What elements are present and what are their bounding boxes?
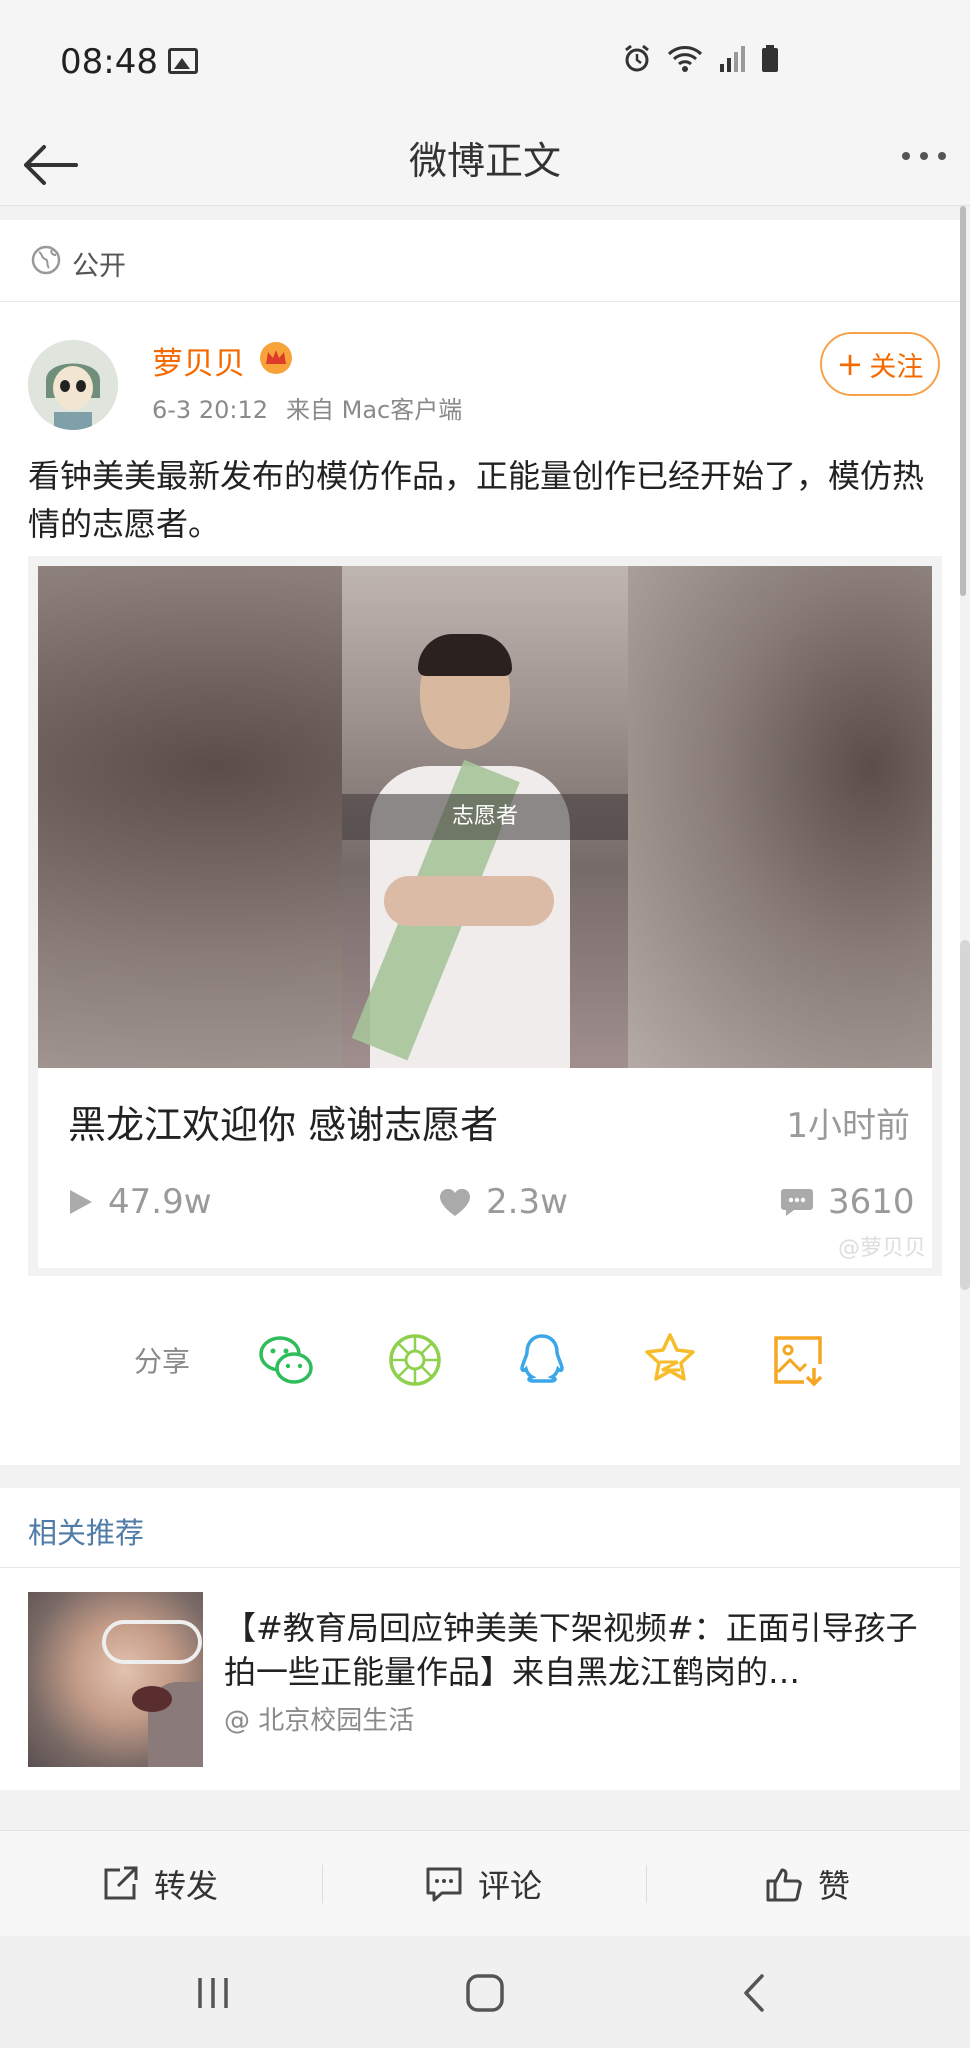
scrollbar-track[interactable]: [960, 940, 970, 1290]
back-icon[interactable]: [730, 1968, 780, 2018]
heart-icon: [439, 1188, 471, 1216]
video-title: 黑龙江欢迎你 感谢志愿者: [68, 1103, 499, 1147]
wifi-icon: [667, 46, 703, 72]
like-count: 2.3w: [438, 1182, 568, 1222]
related-title[interactable]: 【#教育局回应钟美美下架视频#：正面引导孩子拍一些正能量作品】来自黑龙江鹤岗的…: [224, 1606, 944, 1694]
moments-icon[interactable]: [385, 1330, 445, 1390]
video-card[interactable]: 志愿者 黑龙江欢迎你 感谢志愿者 1小时前 47.9w 2.3w 3610 @萝…: [28, 556, 942, 1276]
crown-icon: [260, 342, 292, 374]
thumbs-up-icon: [766, 1868, 802, 1902]
recent-apps-icon[interactable]: [188, 1968, 238, 2018]
author-name[interactable]: 萝贝贝: [152, 338, 245, 383]
comment-icon: [426, 1867, 462, 1902]
save-image-icon[interactable]: [768, 1330, 828, 1390]
follow-label: 关注: [869, 351, 924, 383]
video-thumbnail[interactable]: 志愿者: [38, 566, 932, 1068]
signal-icon: [720, 46, 745, 72]
related-section: 相关推荐 【#教育局回应钟美美下架视频#：正面引导孩子拍一些正能量作品】来自黑龙…: [0, 1488, 960, 1790]
action-bar: 转发 评论 赞: [0, 1830, 970, 1936]
wechat-icon[interactable]: [256, 1330, 316, 1390]
related-heading: 相关推荐: [28, 1516, 145, 1550]
home-icon[interactable]: [460, 1968, 510, 2018]
scrollbar[interactable]: [960, 206, 966, 596]
share-row: 分享: [0, 1310, 960, 1410]
repost-icon: [104, 1866, 138, 1900]
page-title: 微博正文: [408, 139, 561, 183]
play-icon: [70, 1190, 92, 1214]
post-card: 公开 萝贝贝 6-3 20:12 来自 Mac客户端 + 关注 看钟美美最新发布的模…: [0, 220, 960, 1465]
more-dots-icon[interactable]: [902, 152, 946, 160]
image-icon: [168, 48, 198, 74]
avatar[interactable]: [28, 340, 118, 430]
globe-icon: [31, 245, 61, 275]
related-source[interactable]: @ 北京校园生活: [224, 1700, 414, 1737]
related-thumbnail[interactable]: [28, 1592, 203, 1767]
watermark: @萝贝贝: [837, 1236, 926, 1261]
comment-count: 3610: [780, 1182, 915, 1222]
system-nav-bar: [0, 1936, 970, 2048]
status-bar: 08:48: [0, 0, 970, 120]
plus-icon: +: [836, 345, 864, 383]
follow-button[interactable]: + 关注: [820, 332, 940, 396]
nav-bar: 微博正文: [0, 120, 970, 206]
post-text: 看钟美美最新发布的模仿作品，正能量创作已经开始了，模仿热情的志愿者。: [28, 457, 925, 543]
like-button[interactable]: 赞: [764, 1831, 850, 1937]
post-source: 来自 Mac客户端: [286, 396, 463, 424]
play-count: 47.9w: [68, 1182, 212, 1222]
comment-button[interactable]: 评论: [424, 1831, 542, 1937]
status-time: 08:48: [60, 42, 158, 82]
visibility-row: 公开: [0, 220, 960, 302]
post-date: 6-3 20:12: [152, 396, 268, 424]
status-icons: [622, 44, 780, 74]
qq-icon[interactable]: [512, 1330, 572, 1390]
visibility-label: 公开: [72, 251, 126, 282]
post-meta: 6-3 20:12 来自 Mac客户端: [152, 390, 462, 425]
comment-bubble-icon: [781, 1189, 813, 1216]
alarm-icon: [625, 44, 649, 72]
share-label: 分享: [134, 1345, 191, 1378]
video-time-ago: 1小时前: [786, 1106, 910, 1146]
video-stats: 47.9w 2.3w 3610: [38, 1182, 932, 1242]
battery-icon: [762, 45, 778, 72]
related-header: 相关推荐: [0, 1488, 960, 1568]
video-caption: 志愿者: [342, 794, 628, 840]
qzone-icon[interactable]: [640, 1330, 700, 1390]
repost-button[interactable]: 转发: [100, 1831, 218, 1937]
